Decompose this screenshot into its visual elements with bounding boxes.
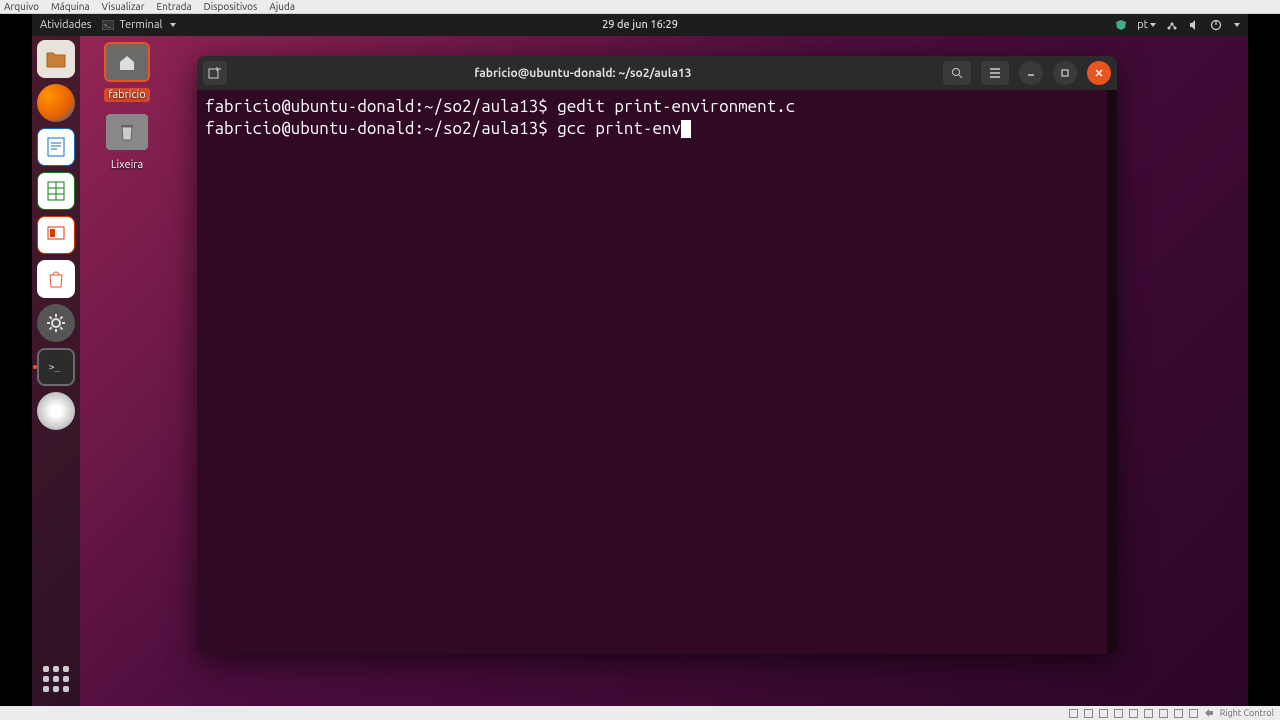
desktop-trash[interactable]: Lixeira: [92, 114, 162, 172]
clock[interactable]: 29 de jun 16:29: [602, 19, 678, 31]
vbox-menu-item[interactable]: Ajuda: [269, 1, 295, 12]
vbox-hd-icon[interactable]: [1069, 709, 1078, 718]
power-icon[interactable]: [1210, 19, 1222, 31]
window-minimize-button[interactable]: [1019, 61, 1043, 85]
hamburger-icon: [988, 67, 1002, 79]
window-close-button[interactable]: [1087, 61, 1111, 85]
new-tab-button[interactable]: [203, 61, 227, 85]
desktop-icons: fabricio Lixeira: [92, 44, 162, 184]
svg-text:>_: >_: [104, 22, 110, 29]
shell-command: gcc print-env: [557, 119, 681, 138]
maximize-icon: [1060, 68, 1070, 78]
terminal-window: fabricio@ubuntu-donald: ~/so2/aula13 fab…: [197, 56, 1117, 654]
vbox-audio-icon[interactable]: [1099, 709, 1108, 718]
window-maximize-button[interactable]: [1053, 61, 1077, 85]
terminal-icon: >_: [47, 360, 65, 374]
terminal-titlebar[interactable]: fabricio@ubuntu-donald: ~/so2/aula13: [197, 56, 1117, 90]
vbox-host-menubar: Arquivo Máquina Visualizar Entrada Dispo…: [0, 0, 1280, 14]
search-icon: [951, 67, 963, 79]
vbox-menu-item[interactable]: Dispositivos: [204, 1, 258, 12]
vbox-usb-icon[interactable]: [1129, 709, 1138, 718]
vbox-menu-item[interactable]: Arquivo: [4, 1, 39, 12]
presentation-icon: [45, 224, 67, 246]
svg-text:>_: >_: [49, 363, 60, 373]
shopping-bag-icon: [45, 268, 67, 290]
dock-files[interactable]: [37, 40, 75, 78]
shield-icon: [1115, 19, 1127, 31]
terminal-cursor: [681, 120, 691, 138]
dock-libreoffice-impress[interactable]: [37, 216, 75, 254]
terminal-scrollbar[interactable]: [1107, 90, 1117, 654]
vbox-menu-item[interactable]: Visualizar: [102, 1, 145, 12]
dock-ubuntu-software[interactable]: [37, 260, 75, 298]
vbox-hostkey-icon: [1204, 708, 1214, 718]
show-applications-button[interactable]: [37, 660, 75, 698]
input-lang[interactable]: pt: [1137, 19, 1156, 31]
shell-command: gedit print-environment.c: [557, 97, 795, 116]
vbox-optical-icon[interactable]: [1084, 709, 1093, 718]
hamburger-menu-button[interactable]: [981, 61, 1009, 85]
minimize-icon: [1026, 68, 1036, 78]
app-menu[interactable]: >_ Terminal: [102, 19, 177, 31]
desktop-trash-label: Lixeira: [111, 159, 143, 171]
app-menu-label: Terminal: [120, 19, 163, 31]
desktop-home-label: fabricio: [104, 88, 149, 102]
vbox-cpu-icon[interactable]: [1189, 709, 1198, 718]
activities-button[interactable]: Atividades: [40, 19, 92, 31]
vbox-network-icon[interactable]: [1114, 709, 1123, 718]
vbox-menu-item[interactable]: Máquina: [51, 1, 90, 12]
dock-optical-disc[interactable]: [37, 392, 75, 430]
terminal-title: fabricio@ubuntu-donald: ~/so2/aula13: [233, 67, 933, 80]
dock-libreoffice-calc[interactable]: [37, 172, 75, 210]
ubuntu-dock: >_: [32, 36, 80, 706]
gnome-top-bar: Atividades >_ Terminal 29 de jun 16:29 p…: [32, 14, 1248, 36]
dock-terminal[interactable]: >_: [37, 348, 75, 386]
new-tab-icon: [208, 66, 222, 80]
dock-libreoffice-writer[interactable]: [37, 128, 75, 166]
vbox-shared-icon[interactable]: [1144, 709, 1153, 718]
document-icon: [45, 136, 67, 158]
spreadsheet-icon: [45, 180, 67, 202]
vbox-status-bar: Right Control: [0, 706, 1280, 720]
terminal-body[interactable]: fabricio@ubuntu-donald:~/so2/aula13$ ged…: [197, 90, 1117, 654]
vbox-menu-item[interactable]: Entrada: [157, 1, 192, 12]
guest-vm-screen: Atividades >_ Terminal 29 de jun 16:29 p…: [32, 14, 1248, 706]
shell-prompt: fabricio@ubuntu-donald:~/so2/aula13$: [205, 119, 557, 138]
vbox-hostkey-label: Right Control: [1220, 708, 1274, 718]
network-icon[interactable]: [1166, 19, 1178, 31]
volume-icon[interactable]: [1188, 19, 1200, 31]
vbox-display-icon[interactable]: [1159, 709, 1168, 718]
dock-firefox[interactable]: [37, 84, 75, 122]
folder-icon: [45, 49, 67, 69]
vbox-record-icon[interactable]: [1174, 709, 1183, 718]
terminal-icon: >_: [102, 20, 114, 30]
search-button[interactable]: [943, 61, 971, 85]
desktop-home-folder[interactable]: fabricio: [92, 44, 162, 102]
dock-settings[interactable]: [37, 304, 75, 342]
close-icon: [1094, 68, 1104, 78]
shell-prompt: fabricio@ubuntu-donald:~/so2/aula13$: [205, 97, 557, 116]
chevron-down-icon: [1234, 23, 1240, 27]
home-folder-icon: [117, 53, 137, 71]
chevron-down-icon: [170, 23, 176, 27]
trash-icon: [118, 122, 136, 142]
gear-icon: [45, 312, 67, 334]
